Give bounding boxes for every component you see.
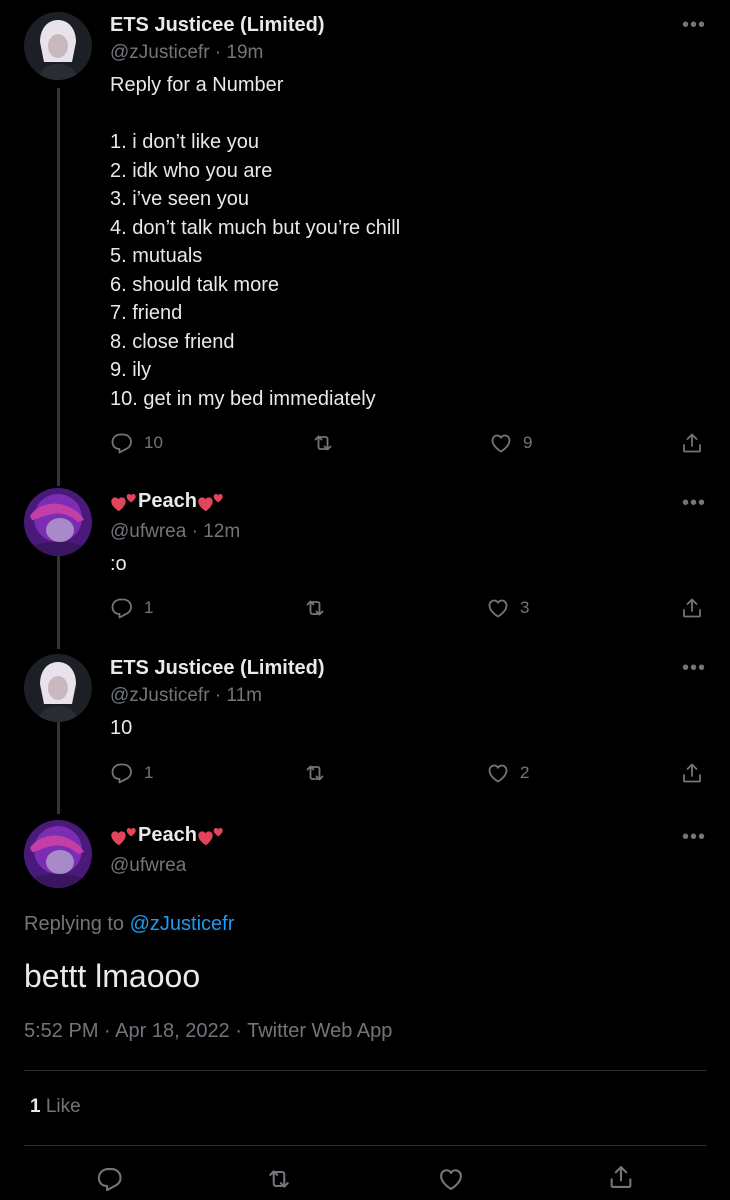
retweet-icon (265, 1165, 293, 1193)
like-icon (486, 761, 510, 785)
like-button[interactable]: 2 (486, 761, 529, 785)
thread-line (57, 556, 60, 649)
reply-button[interactable] (96, 1165, 124, 1193)
reply-count: 1 (144, 598, 154, 617)
like-button[interactable] (437, 1165, 465, 1193)
share-icon (607, 1163, 635, 1191)
main-tweet-text: bettt lmaooo (24, 958, 201, 994)
avatar[interactable] (24, 654, 92, 722)
two-hearts-emoji (110, 825, 138, 847)
separator: · (214, 42, 222, 63)
like-count: 2 (520, 763, 530, 782)
reply-icon (96, 1165, 124, 1193)
handle[interactable]: @zJusticefr (110, 685, 210, 706)
avatar[interactable] (24, 488, 92, 556)
display-name: Peach (138, 824, 197, 847)
timestamp[interactable]: 11m (226, 685, 262, 706)
two-hearts-emoji (110, 491, 138, 513)
like-button[interactable]: 3 (486, 596, 529, 620)
replying-to-link[interactable]: @zJusticefr (130, 913, 235, 935)
handle[interactable]: @zJusticefr (110, 42, 210, 63)
more-icon[interactable]: ••• (682, 14, 706, 37)
avatar[interactable] (24, 12, 92, 80)
replying-to-line: Replying to @zJusticefr (24, 913, 234, 936)
reply-icon (110, 431, 134, 455)
tweet-text: Reply for a Number 1. i don’t like you 2… (110, 74, 401, 410)
tweet-text: :o (110, 553, 127, 575)
handle-line: @ufwrea · 12m (110, 521, 240, 543)
like-total-label: Like (45, 1096, 81, 1117)
share-icon (680, 431, 704, 455)
tweet-text: 10 (110, 717, 133, 739)
replying-label: Replying to (24, 913, 125, 935)
retweet-icon (303, 596, 327, 620)
share-button[interactable] (680, 431, 704, 455)
more-icon[interactable]: ••• (682, 657, 706, 680)
divider (24, 1145, 706, 1146)
display-name[interactable]: ETS Justicee (Limited) (110, 14, 325, 37)
avatar[interactable] (24, 820, 92, 888)
retweet-icon (311, 431, 335, 455)
handle[interactable]: @ufwrea (110, 855, 186, 877)
more-icon[interactable]: ••• (682, 492, 706, 515)
display-name-row[interactable]: Peach (110, 824, 225, 847)
tweet-meta[interactable]: 5:52 PM · Apr 18, 2022 · Twitter Web App (24, 1020, 392, 1043)
two-hearts-emoji (197, 491, 225, 513)
like-count: 3 (520, 598, 530, 617)
reply-button[interactable]: 10 (110, 431, 163, 455)
thread-line (57, 722, 60, 814)
two-hearts-emoji (197, 825, 225, 847)
display-name[interactable]: ETS Justicee (Limited) (110, 657, 325, 680)
separator: · (191, 521, 198, 542)
handle-line: @zJusticefr · 19m (110, 42, 263, 64)
display-name-row[interactable]: Peach (110, 490, 225, 513)
share-icon (680, 596, 704, 620)
retweet-button[interactable] (303, 596, 327, 620)
divider (24, 1070, 706, 1071)
like-button[interactable]: 9 (489, 431, 532, 455)
retweet-button[interactable] (303, 761, 327, 785)
handle-line: @zJusticefr · 11m (110, 685, 262, 707)
retweet-button[interactable] (311, 431, 335, 455)
like-icon (489, 431, 513, 455)
share-button[interactable] (680, 761, 704, 785)
reply-count: 1 (144, 763, 154, 782)
reply-count: 10 (144, 433, 163, 452)
share-icon (680, 761, 704, 785)
reply-icon (110, 761, 134, 785)
reply-icon (110, 596, 134, 620)
separator: · (214, 685, 222, 706)
share-button[interactable] (607, 1163, 635, 1191)
like-icon (437, 1165, 465, 1193)
reply-button[interactable]: 1 (110, 596, 153, 620)
retweet-icon (303, 761, 327, 785)
retweet-button[interactable] (265, 1165, 293, 1193)
likes-count-link[interactable]: 1 Like (30, 1096, 81, 1118)
handle[interactable]: @ufwrea (110, 521, 186, 542)
share-button[interactable] (680, 596, 704, 620)
like-icon (486, 596, 510, 620)
like-count: 9 (523, 433, 533, 452)
timestamp[interactable]: 12m (203, 521, 240, 542)
reply-button[interactable]: 1 (110, 761, 153, 785)
timestamp[interactable]: 19m (226, 42, 263, 63)
like-total: 1 (30, 1096, 41, 1117)
thread-line (57, 88, 60, 486)
more-icon[interactable]: ••• (682, 826, 706, 849)
display-name: Peach (138, 490, 197, 513)
